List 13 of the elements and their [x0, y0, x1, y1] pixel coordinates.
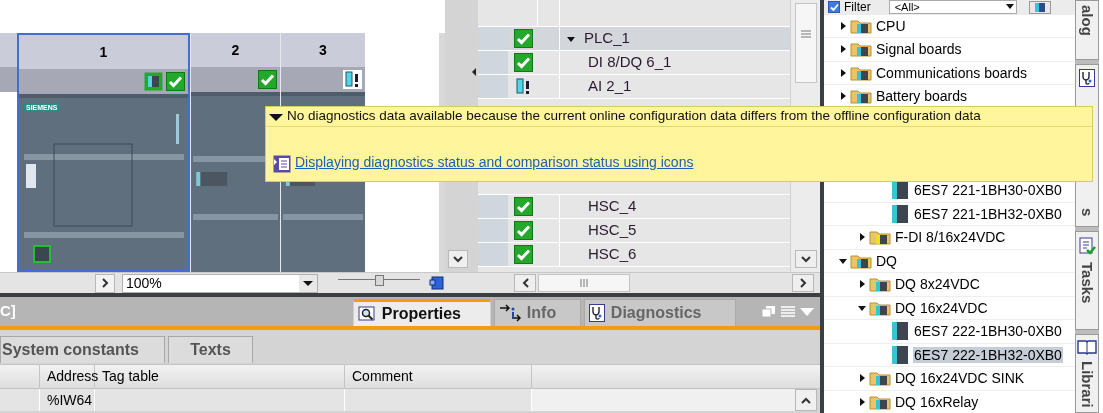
- slot-number: 3: [319, 40, 327, 60]
- device-name: HSC_4: [588, 196, 637, 217]
- device-name: DI 8/DQ 6_1: [588, 52, 672, 73]
- device-name: AI 2_1: [588, 76, 632, 97]
- device-name: HSC_5: [588, 220, 637, 241]
- device-name: PLC_1: [584, 28, 630, 49]
- tooltip-message: No diagnostics data available because the current online configuration data differs from the offline configuration data: [287, 107, 981, 126]
- filter-label: Filter: [844, 1, 871, 14]
- slot-number: 2: [231, 40, 240, 60]
- panel-title: C]: [0, 301, 16, 322]
- table-cell: %IW64: [40, 389, 95, 411]
- slot-number: 1: [99, 42, 108, 62]
- device-name: HSC_6: [588, 244, 637, 265]
